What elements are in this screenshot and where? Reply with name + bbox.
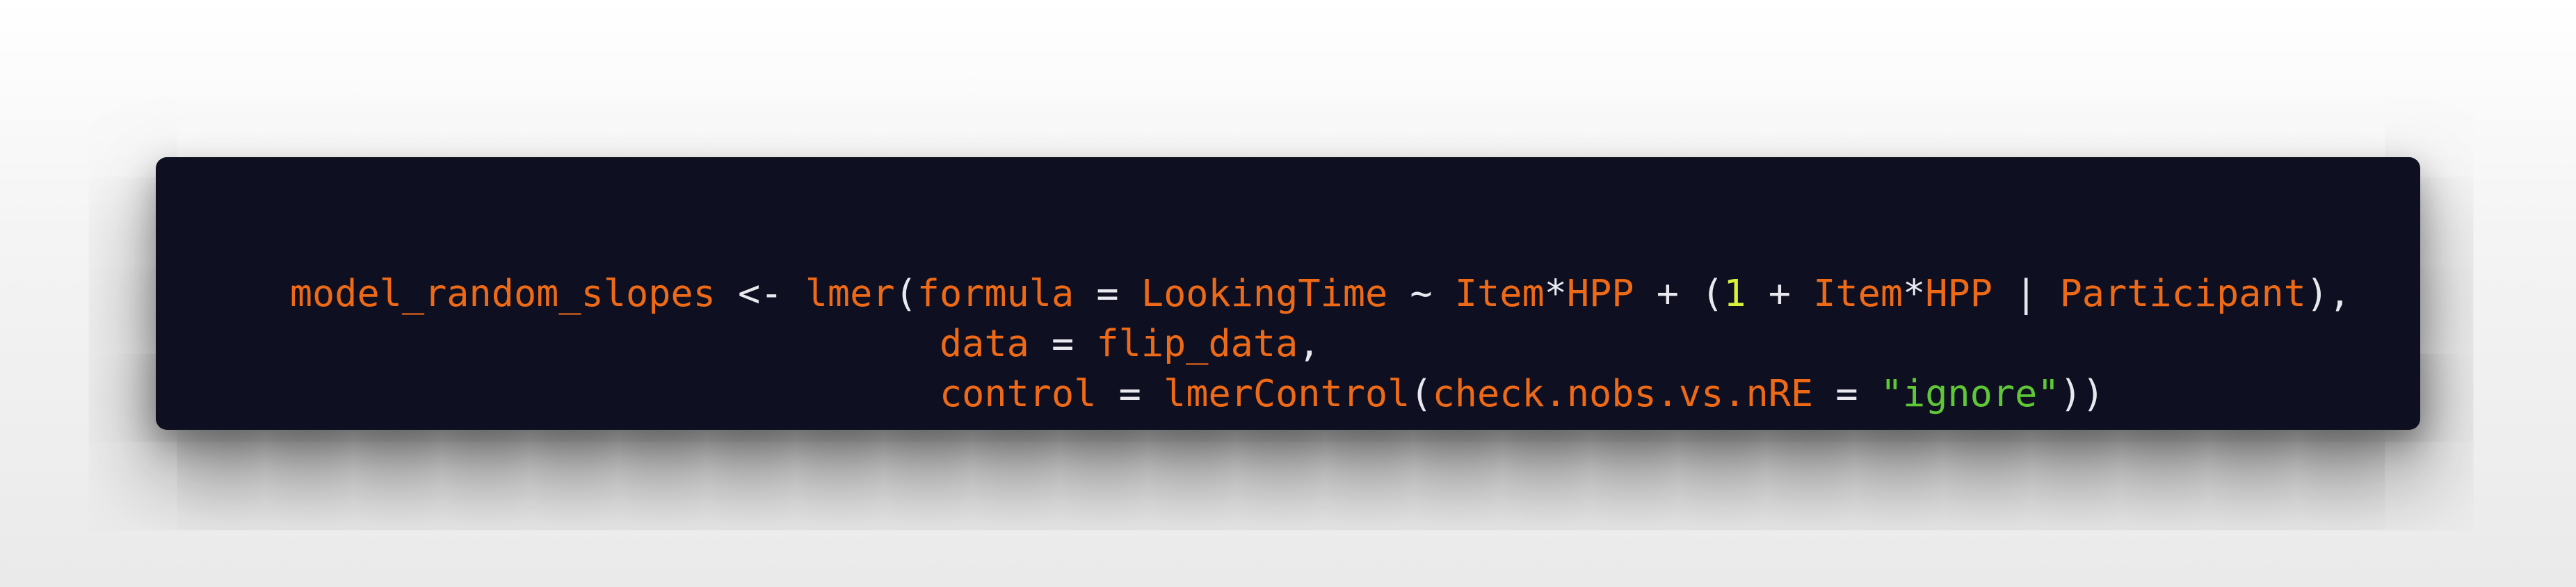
code-token: =	[1813, 371, 1881, 415]
code-token: *	[1903, 271, 1926, 315]
code-token: +	[1746, 271, 1814, 315]
code-token: =	[1074, 271, 1141, 315]
code-token: HPP	[1925, 271, 1993, 315]
code-token: ~	[1387, 271, 1455, 315]
code-token: data	[939, 321, 1029, 365]
code-token: ,	[1298, 321, 1321, 365]
code-token: (	[1410, 371, 1433, 415]
code-window: model_random_slopes <- lmer(formula = Lo…	[156, 157, 2420, 430]
code-token: control	[939, 371, 1097, 415]
code-token: =	[1029, 321, 1097, 365]
code-token: flip_data	[1096, 321, 1298, 365]
code-token: 1	[1723, 271, 1746, 315]
code-token: <-	[715, 271, 805, 315]
code-token: check.nobs.vs.nRE	[1432, 371, 1814, 415]
code-token: lmerControl	[1164, 371, 1410, 415]
code-line-1: model_random_slopes <- lmer(formula = Lo…	[200, 218, 2420, 315]
code-token: LookingTime	[1141, 271, 1388, 315]
code-token: =	[1096, 371, 1164, 415]
code-token: + (	[1634, 271, 1724, 315]
code-token: Item	[1813, 271, 1903, 315]
code-token: HPP	[1566, 271, 1634, 315]
code-token: Item	[1454, 271, 1545, 315]
code-token: *	[1544, 271, 1567, 315]
code-token: ),	[2305, 271, 2351, 315]
code-token: ))	[2059, 371, 2104, 415]
code-token: |	[1992, 271, 2060, 315]
code-token: formula	[917, 271, 1074, 315]
code-token: model_random_slopes	[289, 271, 716, 315]
code-token: "ignore"	[1880, 371, 2060, 415]
code-token: Participant	[2059, 271, 2306, 315]
code-token: lmer	[805, 271, 895, 315]
code-token: (	[894, 271, 917, 315]
